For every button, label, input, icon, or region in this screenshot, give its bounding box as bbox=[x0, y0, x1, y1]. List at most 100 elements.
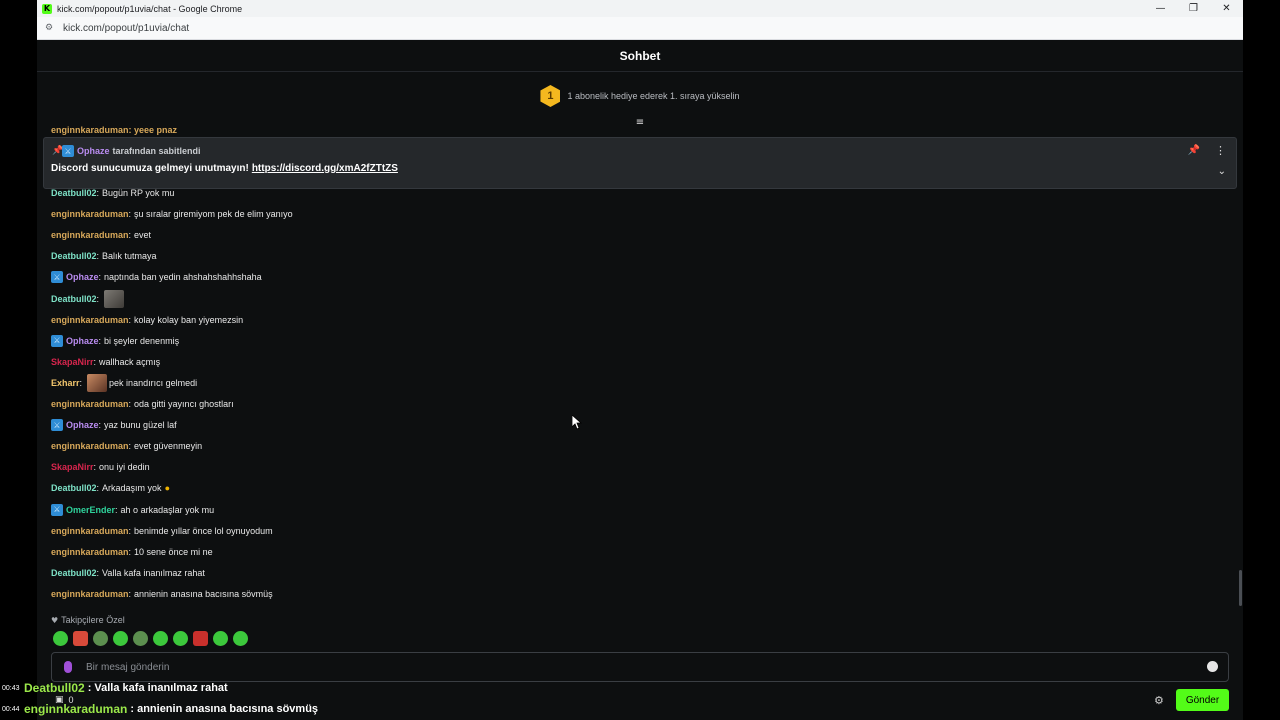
chat-username[interactable]: enginnkaraduman bbox=[51, 315, 129, 325]
emote-9[interactable] bbox=[213, 631, 228, 646]
chat-message-text: pek inandırıcı gelmedi bbox=[109, 377, 198, 388]
username-separator: : bbox=[98, 272, 102, 283]
chat-message-text: oda gitti yayıncı ghostları bbox=[134, 399, 234, 409]
emote-6[interactable] bbox=[153, 631, 168, 646]
address-bar[interactable]: ⚙ kick.com/popout/p1uvia/chat bbox=[37, 17, 1243, 40]
emote-3[interactable] bbox=[93, 631, 108, 646]
subscriber-badge-icon: ⚔ bbox=[51, 334, 63, 347]
chat-username[interactable]: Deatbull02 bbox=[51, 251, 97, 261]
username-separator: : bbox=[128, 209, 132, 220]
username-separator: : bbox=[98, 420, 102, 431]
overlay-username: enginnkaraduman bbox=[24, 702, 128, 716]
chat-scrollbar[interactable] bbox=[1239, 570, 1242, 606]
chat-message-text: evet güvenmeyin bbox=[134, 441, 203, 452]
url-text[interactable]: kick.com/popout/p1uvia/chat bbox=[63, 23, 189, 34]
close-icon[interactable]: ✕ bbox=[1210, 0, 1243, 17]
chat-username[interactable]: enginnkaraduman bbox=[51, 230, 129, 240]
chat-username[interactable]: Ophaze bbox=[66, 420, 99, 430]
message-input[interactable] bbox=[86, 661, 1086, 673]
title-bar: K kick.com/popout/p1uvia/chat - Google C… bbox=[37, 0, 1243, 17]
chat-message-text: bi şeyler denenmiş bbox=[104, 335, 180, 346]
more-options-icon[interactable]: ⋮ bbox=[1215, 144, 1226, 157]
overlay-timestamp: 00:44 bbox=[2, 705, 20, 713]
username-separator: : bbox=[98, 335, 102, 346]
chat-username[interactable]: Deatbull02 bbox=[51, 483, 97, 493]
chat-message-text: yaz bunu güzel laf bbox=[104, 420, 177, 431]
chat-message: enginnkaraduman: annienin anasına bacısın… bbox=[51, 586, 273, 602]
subscriber-badge-icon: ⚔ bbox=[51, 419, 63, 432]
chat-username[interactable]: Deatbull02 bbox=[51, 568, 97, 578]
emote-8[interactable] bbox=[193, 631, 208, 646]
emote-image[interactable] bbox=[104, 289, 125, 308]
chat-message: enginnkaraduman: evet bbox=[51, 227, 151, 243]
chat-message: enginnkaraduman: benimde yıllar önce lol … bbox=[51, 523, 273, 539]
chat-message: Deatbull02: Valla kafa inanılmaz rahat bbox=[51, 565, 205, 581]
emote-5[interactable] bbox=[133, 631, 148, 646]
chat-title: Sohbet bbox=[619, 49, 661, 63]
overlay-chat-line: 00:44 enginnkaraduman: annienin anasına b… bbox=[2, 702, 318, 716]
chat-username[interactable]: SkapaNirr bbox=[51, 462, 94, 472]
gift-leaderboard-banner[interactable]: 1 1 abonelik hediye ederek 1. sıraya yük… bbox=[37, 84, 1243, 108]
chat-username[interactable]: enginnkaraduman bbox=[51, 209, 129, 219]
microphone-icon[interactable] bbox=[64, 661, 72, 673]
username-separator: : bbox=[128, 588, 132, 599]
chat-message: enginnkaraduman:10 sene önce mi ne bbox=[51, 544, 213, 560]
emote-4[interactable] bbox=[113, 631, 128, 646]
chat-header: Sohbet bbox=[37, 41, 1243, 72]
chat-message-text: annienin anasına bacısına sövmüş bbox=[134, 588, 273, 599]
chat-username[interactable]: enginnkaraduman bbox=[51, 547, 129, 557]
chat-message-text: onu iyi dedin bbox=[99, 462, 150, 473]
chat-username[interactable]: Ophaze bbox=[66, 336, 99, 346]
gear-icon[interactable]: ⚙ bbox=[1154, 694, 1164, 707]
username-separator: : bbox=[128, 399, 132, 409]
chat-username[interactable]: enginnkaraduman bbox=[51, 526, 129, 536]
chat-message-text: ah o arkadaşlar yok mu bbox=[120, 504, 215, 515]
heart-icon: ♥ bbox=[51, 615, 59, 625]
emote-1[interactable] bbox=[53, 631, 68, 646]
username-separator: : bbox=[128, 230, 132, 241]
message-input-box[interactable] bbox=[51, 652, 1229, 682]
chevron-down-icon[interactable]: ⌄ bbox=[1218, 166, 1226, 177]
chat-message-text: şu sıralar giremiyom pek de elim yanıyo bbox=[134, 209, 293, 220]
chat-message: ⚔ Ophaze: yaz bunu güzel laf bbox=[51, 417, 177, 433]
chat-username[interactable]: SkapaNirr bbox=[51, 357, 94, 367]
chat-message: ⚔ OmerEnder: ah o arkadaşlar yok mu bbox=[51, 502, 214, 518]
emoji-icon[interactable] bbox=[1207, 661, 1218, 672]
username-separator: : bbox=[93, 462, 97, 473]
username-separator: : bbox=[96, 251, 100, 262]
restore-icon[interactable]: ❐ bbox=[1177, 0, 1210, 17]
pinned-message[interactable]: 📌 ⚔ Ophaze tarafından sabitlendi Discord… bbox=[43, 137, 1237, 189]
overlay-timestamp: 00:43 bbox=[2, 684, 20, 692]
chat-message-text: Valla kafa inanılmaz rahat bbox=[102, 567, 205, 578]
followers-only-label: Takipçilere Özel bbox=[61, 615, 125, 625]
emote-10[interactable] bbox=[233, 631, 248, 646]
emote-7[interactable] bbox=[173, 631, 188, 646]
unpin-icon[interactable]: 📌 bbox=[1188, 145, 1200, 156]
emote-image[interactable] bbox=[87, 373, 108, 392]
chat-username[interactable]: Deatbull02 bbox=[51, 294, 97, 304]
pinned-by-text: tarafından sabitlendi bbox=[112, 146, 201, 156]
minimize-icon[interactable]: — bbox=[1144, 0, 1177, 17]
chat-message: ⚔ Ophaze: naptında ban yedin ahshahshahhsh… bbox=[51, 269, 262, 285]
chat-message-text: 10 sene önce mi ne bbox=[134, 546, 213, 557]
username-separator: : bbox=[115, 504, 118, 515]
chat-username[interactable]: Exharr bbox=[51, 378, 80, 388]
chat-username[interactable]: OmerEnder bbox=[66, 505, 115, 515]
chat-username[interactable]: enginnkaraduman bbox=[51, 589, 129, 599]
chat-message: Deatbull02: Arkadaşım yok ● bbox=[51, 480, 170, 496]
pinned-by-user[interactable]: Ophaze bbox=[77, 146, 110, 156]
send-button[interactable]: Gönder bbox=[1176, 689, 1229, 711]
chat-message: ⚔ Ophaze: bi şeyler denenmiş bbox=[51, 333, 179, 349]
emote-bar bbox=[53, 631, 248, 646]
chat-username[interactable]: Ophaze bbox=[66, 272, 99, 282]
emote-2[interactable] bbox=[73, 631, 88, 646]
chat-username[interactable]: enginnkaraduman bbox=[51, 441, 129, 451]
chat-username[interactable]: enginnkaraduman bbox=[51, 399, 129, 409]
kick-favicon-icon: K bbox=[42, 3, 52, 14]
discord-link[interactable]: https://discord.gg/xmA2fZTtZS bbox=[252, 163, 398, 174]
site-info-icon[interactable]: ⚙ bbox=[45, 23, 57, 33]
chat-message: enginnkaraduman: şu sıralar giremiyom pek… bbox=[51, 206, 293, 222]
window-title: kick.com/popout/p1uvia/chat - Google Chr… bbox=[57, 3, 243, 14]
chat-message: Exharr: pek inandırıcı gelmedi bbox=[51, 373, 198, 392]
chat-username[interactable]: Deatbull02 bbox=[51, 188, 97, 198]
